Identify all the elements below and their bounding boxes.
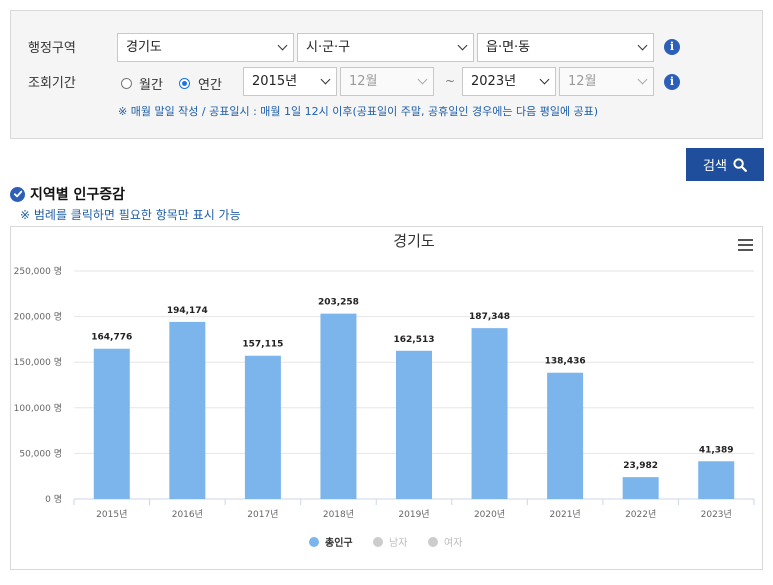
section-header: 지역별 인구증감	[10, 184, 125, 204]
start-month-select[interactable]: 12월	[340, 67, 434, 96]
chevron-down-icon	[320, 74, 331, 85]
city-select[interactable]: 시·군·구	[297, 33, 474, 62]
end-month-select[interactable]: 12월	[559, 67, 654, 96]
search-button[interactable]: 검색	[686, 148, 764, 181]
province-select[interactable]: 경기도	[117, 33, 294, 62]
start-year-select[interactable]: 2015년	[243, 67, 337, 96]
end-month-value: 12월	[568, 74, 597, 89]
chevron-down-icon	[417, 74, 428, 85]
publication-note: ※ 매월 말일 작성 / 공표일시 : 매월 1일 12시 이후(공표일이 주말…	[118, 105, 599, 118]
yearly-radio[interactable]	[179, 78, 190, 89]
start-year-value: 2015년	[252, 74, 298, 89]
chart-container	[10, 226, 763, 570]
range-tilde: ~	[445, 74, 456, 88]
chevron-down-icon	[539, 74, 550, 85]
chevron-down-icon	[457, 40, 468, 51]
monthly-radio[interactable]	[121, 78, 132, 89]
period-label: 조회기간	[28, 76, 76, 91]
chevron-down-icon	[637, 74, 648, 85]
town-value: 읍·면·동	[486, 40, 531, 55]
province-value: 경기도	[126, 40, 162, 55]
town-select[interactable]: 읍·면·동	[477, 33, 654, 62]
end-year-select[interactable]: 2023년	[462, 67, 556, 96]
info-icon[interactable]: i	[664, 39, 680, 55]
section-title: 지역별 인구증감	[30, 187, 126, 203]
check-circle-icon	[10, 186, 25, 202]
chevron-down-icon	[637, 40, 648, 51]
end-year-value: 2023년	[471, 74, 517, 89]
start-month-value: 12월	[349, 74, 378, 89]
yearly-radio-label[interactable]: 연간	[198, 74, 222, 93]
city-value: 시·군·구	[306, 40, 351, 55]
legend-hint: ※ 범례를 클릭하면 필요한 항목만 표시 가능	[20, 208, 241, 222]
chevron-down-icon	[277, 40, 288, 51]
region-label: 행정구역	[28, 41, 76, 56]
search-button-label: 검색	[703, 158, 727, 173]
monthly-radio-label[interactable]: 월간	[139, 74, 163, 93]
chart-menu-icon[interactable]	[738, 239, 753, 254]
info-icon[interactable]: i	[664, 74, 680, 90]
search-icon	[733, 157, 747, 172]
